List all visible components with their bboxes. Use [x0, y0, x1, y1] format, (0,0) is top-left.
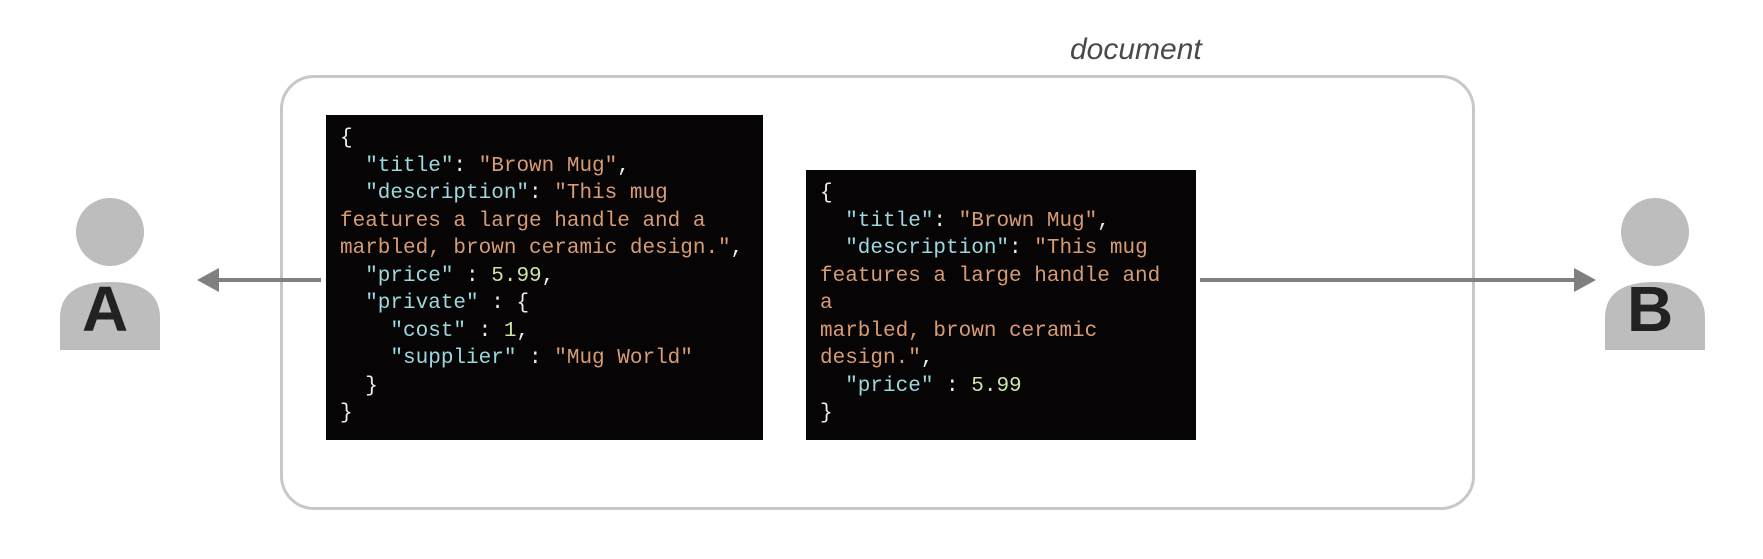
json-string: features a large handle and a — [340, 210, 705, 233]
json-key: "title" — [845, 210, 933, 233]
json-key: "description" — [845, 237, 1009, 260]
json-key: "supplier" — [390, 347, 516, 370]
user-a-label: A — [82, 272, 128, 346]
json-string: marbled, brown ceramic design." — [820, 320, 1097, 371]
json-string: "Brown Mug" — [479, 155, 618, 178]
json-string: "This mug — [554, 182, 667, 205]
brace: } — [340, 402, 353, 425]
json-public-document: { "title": "Brown Mug", "description": "… — [806, 170, 1196, 440]
json-string: "Mug World" — [554, 347, 693, 370]
json-key: "price" — [845, 375, 933, 398]
document-label: document — [1070, 33, 1202, 67]
json-key: "price" — [365, 265, 453, 288]
json-key: "description" — [365, 182, 529, 205]
json-string: features a large handle and a — [820, 265, 1160, 316]
json-full-document: { "title": "Brown Mug", "description": "… — [326, 115, 763, 440]
json-key: "cost" — [390, 320, 466, 343]
json-key: "private" — [365, 292, 478, 315]
diagram-stage: document A B { "title": "Brown Mug", "de… — [0, 0, 1763, 559]
json-number: 5.99 — [491, 265, 541, 288]
json-string: "This mug — [1034, 237, 1147, 260]
arrowhead-left-icon — [197, 268, 219, 292]
arrow-to-user-a — [216, 278, 321, 282]
arrow-to-user-b — [1200, 278, 1578, 282]
user-b-label: B — [1627, 272, 1673, 346]
brace: { — [340, 127, 353, 150]
json-string: marbled, brown ceramic design." — [340, 237, 731, 260]
json-number: 5.99 — [971, 375, 1021, 398]
brace: { — [820, 182, 833, 205]
json-number: 1 — [504, 320, 517, 343]
arrowhead-right-icon — [1574, 268, 1596, 292]
json-key: "title" — [365, 155, 453, 178]
json-string: "Brown Mug" — [959, 210, 1098, 233]
brace: } — [820, 402, 833, 425]
